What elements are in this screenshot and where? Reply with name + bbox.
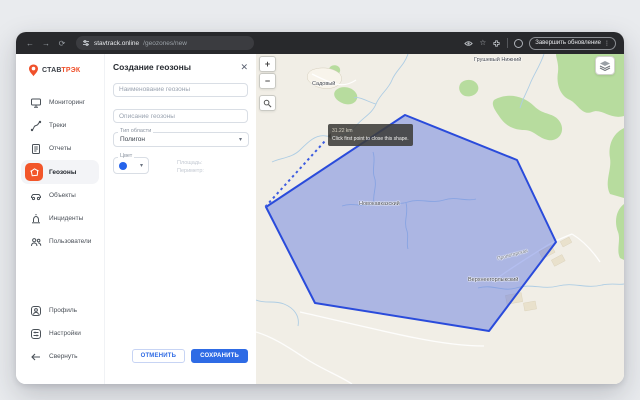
sidebar-item-tracks[interactable]: Треки xyxy=(16,114,104,137)
report-icon xyxy=(30,143,42,155)
car-icon xyxy=(30,190,42,202)
url-host: stavtrack.online xyxy=(94,40,139,47)
color-label: Цвет xyxy=(118,154,134,160)
users-icon xyxy=(30,236,42,248)
layers-button[interactable] xyxy=(595,56,615,75)
sidebar: СТАВТРЭК Мониторинг Треки Отчеты xyxy=(16,54,104,384)
zoom-in-button[interactable]: + xyxy=(259,56,276,72)
geozone-metrics: Площадь: Периметр: xyxy=(177,157,204,176)
browser-menu-icon[interactable]: ⋮ xyxy=(604,40,610,47)
create-geozone-panel: Создание геозоны ✕ Тип области Полигон ▾… xyxy=(104,54,256,384)
color-swatch xyxy=(119,162,127,170)
area-type-select[interactable]: Тип области Полигон ▾ xyxy=(113,132,249,147)
draw-tooltip: 31.22 km Click first point to close this… xyxy=(328,124,413,146)
monitor-icon xyxy=(30,97,42,109)
geozone-name-input[interactable] xyxy=(113,83,248,97)
geozone-icon xyxy=(25,163,43,181)
reload-icon[interactable]: ⟳ xyxy=(56,39,68,48)
chevron-down-icon: ▾ xyxy=(239,136,242,143)
area-type-label: Тип области xyxy=(118,129,153,135)
extensions-icon[interactable] xyxy=(492,39,501,48)
browser-window: ← → ⟳ stavtrack.online/geozones/new ☆ xyxy=(16,32,624,384)
sidebar-item-incidents[interactable]: Инциденты xyxy=(16,207,104,230)
sidebar-item-settings[interactable]: Настройки xyxy=(16,322,104,345)
map-layers xyxy=(256,54,624,384)
back-icon[interactable]: ← xyxy=(24,39,36,48)
profile-icon xyxy=(30,305,42,317)
sidebar-item-users[interactable]: Пользователи xyxy=(16,230,104,253)
app-logo[interactable]: СТАВТРЭК xyxy=(16,54,104,85)
password-eye-icon[interactable] xyxy=(464,39,473,48)
route-icon xyxy=(30,120,42,132)
close-icon[interactable]: ✕ xyxy=(240,63,248,72)
finish-update-button[interactable]: Завершить обновление ⋮ xyxy=(529,37,616,50)
siren-icon xyxy=(30,213,42,225)
url-bar[interactable]: stavtrack.online/geozones/new xyxy=(76,36,254,50)
zoom-out-button[interactable]: − xyxy=(259,73,276,89)
chevron-down-icon: ▾ xyxy=(140,162,143,169)
browser-chrome: ← → ⟳ stavtrack.online/geozones/new ☆ xyxy=(16,32,624,54)
settings-icon xyxy=(30,328,42,340)
area-type-value: Полигон xyxy=(120,136,145,143)
url-path: /geozones/new xyxy=(143,40,187,47)
collapse-arrow-icon xyxy=(30,351,42,363)
map-label-novokavkazskiy: Новокавказский xyxy=(359,201,400,207)
site-settings-icon[interactable] xyxy=(82,39,90,47)
sidebar-item-monitoring[interactable]: Мониторинг xyxy=(16,91,104,114)
logo-pin-icon xyxy=(28,64,39,77)
tooltip-hint: Click first point to close this shape. xyxy=(332,135,409,143)
tooltip-distance: 31.22 km xyxy=(332,127,409,135)
cancel-button[interactable]: ОТМЕНИТЬ xyxy=(132,349,186,363)
sidebar-footer: Профиль Настройки Свернуть xyxy=(16,299,104,368)
map-label-grushevyy-nizhniy: Грушевый Нижний xyxy=(474,57,521,63)
bookmark-star-icon[interactable]: ☆ xyxy=(479,39,486,47)
panel-title: Создание геозоны xyxy=(113,62,191,72)
map-canvas[interactable]: Грушевый Нижний Садовый Новокавказский П… xyxy=(256,54,624,384)
map-label-sadovyy: Садовый xyxy=(312,81,335,87)
toolbar-divider xyxy=(507,38,508,48)
sidebar-item-geozones[interactable]: Геозоны xyxy=(21,160,99,184)
sidebar-item-objects[interactable]: Объекты xyxy=(16,184,104,207)
layers-icon xyxy=(599,60,611,71)
forward-icon[interactable]: → xyxy=(40,39,52,48)
area-metric-label: Площадь: xyxy=(177,160,202,166)
sidebar-nav: Мониторинг Треки Отчеты Геозоны xyxy=(16,91,104,253)
color-select[interactable]: Цвет ▾ xyxy=(113,157,149,174)
save-button[interactable]: СОХРАНИТЬ xyxy=(191,349,248,363)
chrome-actions: ☆ Завершить обновление ⋮ xyxy=(464,37,616,50)
map-label-verkhneyegorlykskiy: Верхнеегорлыкский xyxy=(468,277,518,283)
sidebar-item-collapse[interactable]: Свернуть xyxy=(16,345,104,368)
finish-update-label: Завершить обновление xyxy=(535,40,601,46)
sidebar-item-profile[interactable]: Профиль xyxy=(16,299,104,322)
sidebar-item-reports[interactable]: Отчеты xyxy=(16,137,104,160)
map-search-button[interactable] xyxy=(259,95,276,111)
magnifier-icon xyxy=(263,99,272,108)
geozone-description-input[interactable] xyxy=(113,109,248,123)
logo-text: СТАВТРЭК xyxy=(42,67,80,74)
profile-avatar[interactable] xyxy=(514,39,523,48)
perimeter-metric-label: Периметр: xyxy=(177,168,204,174)
